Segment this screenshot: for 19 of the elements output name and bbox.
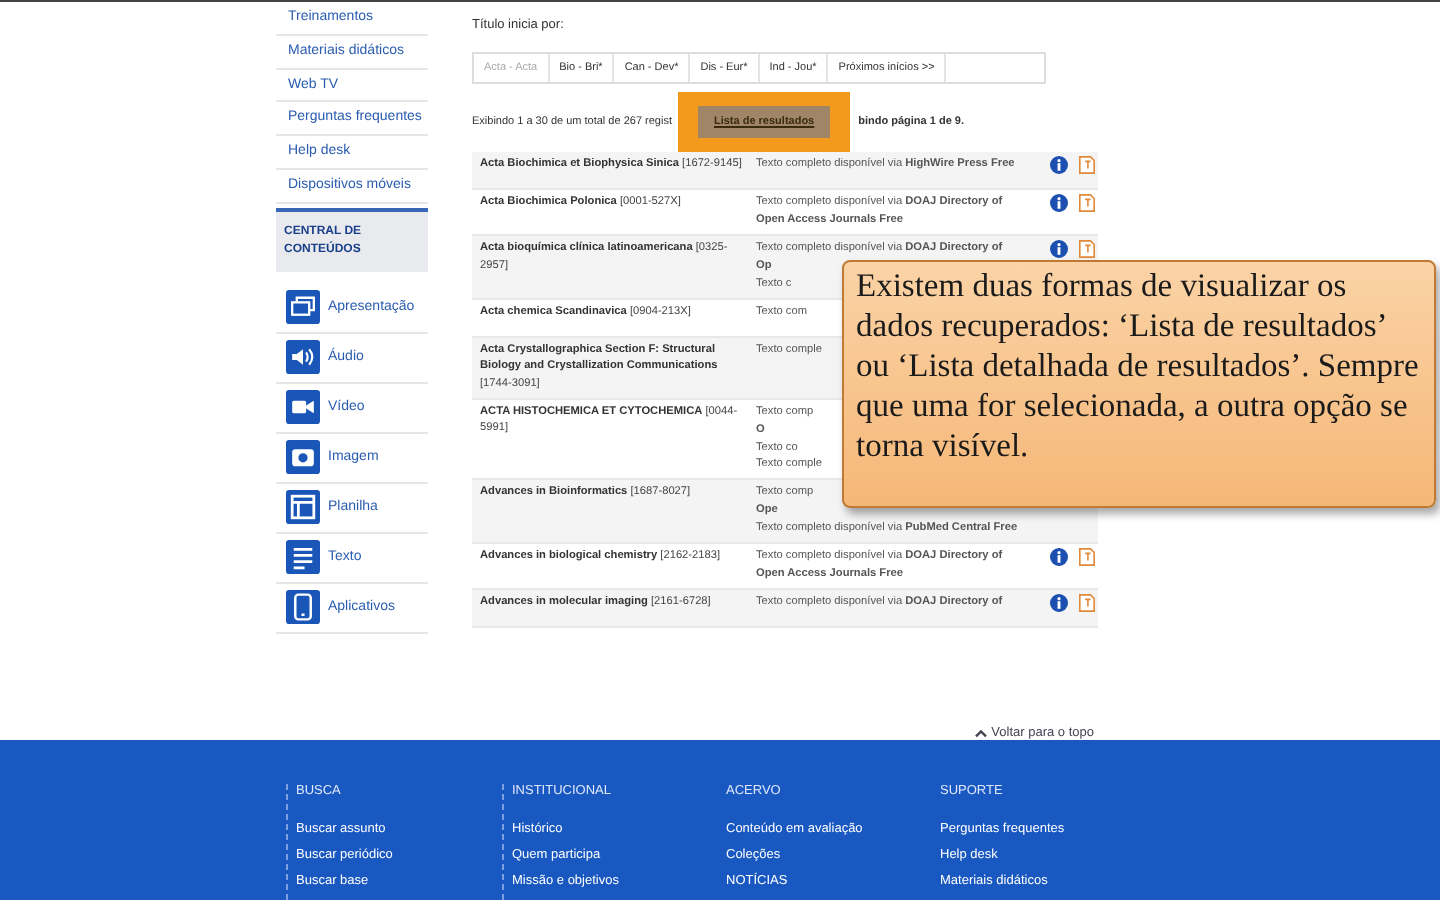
document-icon[interactable] [1078,594,1096,613]
info-icon[interactable] [1050,548,1068,567]
callout-note: Existem duas formas de visualizar os dados recuperados: ‘Lista de resultados’ ou ‘Lista detalhada de resultados’. Sempre que uma for selecionada, a outra opção se torna visível. [842,260,1436,508]
video-camera-icon [286,390,320,425]
spreadsheet-icon [286,490,320,525]
slides-icon [286,290,320,325]
camera-icon [286,440,320,475]
caret-up-icon [973,728,988,738]
speaker-icon [286,340,320,375]
document-icon[interactable] [1078,548,1096,567]
info-icon[interactable] [1050,594,1068,613]
info-icon[interactable] [1050,156,1068,174]
phone-icon [286,590,320,625]
info-icon[interactable] [1050,239,1068,258]
document-icon[interactable] [1078,156,1096,174]
document-icon[interactable] [1078,194,1096,212]
text-lines-icon [286,540,320,575]
info-icon[interactable] [1050,194,1068,212]
document-icon[interactable] [1078,239,1096,258]
